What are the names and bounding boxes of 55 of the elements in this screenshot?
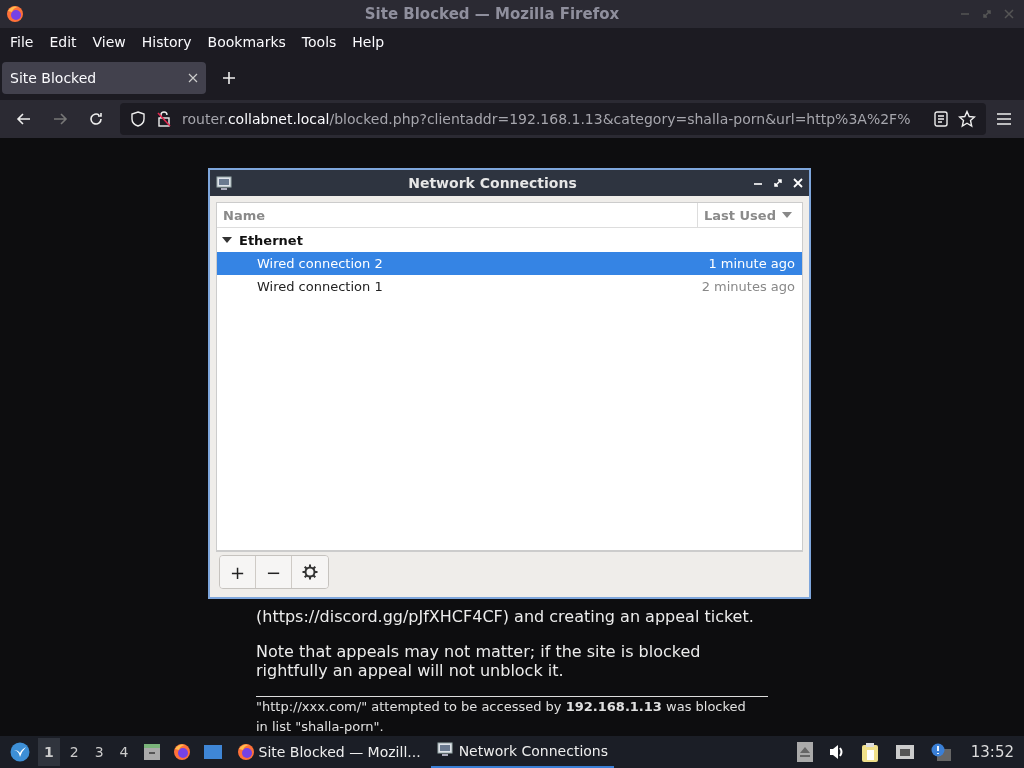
workspace-button[interactable]: 3 — [88, 738, 110, 766]
taskbar-window-button[interactable]: Network Connections — [430, 736, 615, 768]
forward-icon — [52, 111, 68, 127]
menu-item[interactable]: Bookmarks — [199, 34, 294, 50]
close-icon — [1004, 9, 1014, 19]
connection-row[interactable]: Wired connection 1 2 minutes ago — [217, 275, 802, 298]
firefox-icon[interactable] — [6, 5, 24, 23]
browser-tab[interactable]: Site Blocked — [2, 62, 206, 94]
close-icon — [793, 178, 803, 188]
menu-item[interactable]: Help — [344, 34, 393, 50]
notification-icon — [930, 743, 951, 761]
add-button[interactable]: + — [220, 556, 256, 588]
menu-icon — [996, 112, 1012, 126]
eject-icon — [796, 742, 813, 762]
address-field[interactable]: router.collabnet.local/blocked.php?clientaddr=192.168.1.13&category=shalla-porn&url=http%3A%2F% — [120, 103, 986, 135]
reload-icon — [88, 111, 104, 127]
menu-item[interactable]: Tools — [293, 34, 345, 50]
window-title: Site Blocked — Mozilla Firefox — [363, 5, 621, 23]
menu-item[interactable]: File — [2, 34, 42, 50]
firefox-icon[interactable] — [172, 743, 191, 761]
group-row[interactable]: Ethernet — [217, 228, 802, 252]
settings-button[interactable] — [292, 556, 328, 588]
clock[interactable]: 13:52 — [966, 743, 1018, 761]
maximize-icon — [773, 178, 783, 188]
insecure-lock-icon — [156, 111, 172, 127]
taskbar-window-button[interactable]: Site Blocked — Mozill... — [230, 736, 427, 768]
url-text: router.collabnet.local/blocked.php?clientaddr=192.168.1.13&category=shalla-porn&url=http%3A%2F% — [182, 111, 912, 127]
paragraph: (https://discord.gg/pJfXHCF4CF) and creating an appeal ticket. — [256, 607, 755, 626]
network-icon — [216, 175, 232, 191]
close-icon — [188, 73, 198, 83]
back-icon — [16, 111, 32, 127]
workspace-button[interactable]: 1 — [38, 738, 60, 766]
connection-row[interactable]: Wired connection 2 1 minute ago — [217, 252, 802, 275]
desktop-icon[interactable] — [202, 744, 223, 760]
sort-down-icon — [781, 211, 792, 219]
paragraph: Note that appeals may not matter; if the site is blocked rightfully an appeal will not unblock it. — [256, 642, 702, 680]
clipboard-icon — [860, 742, 879, 762]
file-cabinet-icon[interactable] — [142, 743, 161, 761]
new-tab-icon — [222, 71, 236, 85]
volume-icon — [828, 744, 845, 760]
bookmark-star-icon — [958, 110, 976, 128]
menu-item[interactable]: View — [84, 34, 134, 50]
dialog-title: Network Connections — [407, 175, 578, 191]
wired-network-icon — [894, 744, 915, 760]
reader-view-icon — [934, 111, 948, 127]
maximize-icon — [982, 9, 992, 19]
menu-item[interactable]: History — [133, 34, 200, 50]
menu-item[interactable]: Edit — [41, 34, 85, 50]
workspace-button[interactable]: 2 — [63, 738, 85, 766]
shield-icon — [130, 111, 146, 127]
settings-icon — [302, 564, 318, 580]
footer-text: "http://xxx.com/" attempted to be accessed by 192.168.1.13 was blocked in list "shalla-porn". — [256, 698, 747, 736]
workspace-button[interactable]: 4 — [113, 738, 135, 766]
firefox-icon — [236, 743, 255, 761]
remove-button[interactable]: − — [256, 556, 292, 588]
